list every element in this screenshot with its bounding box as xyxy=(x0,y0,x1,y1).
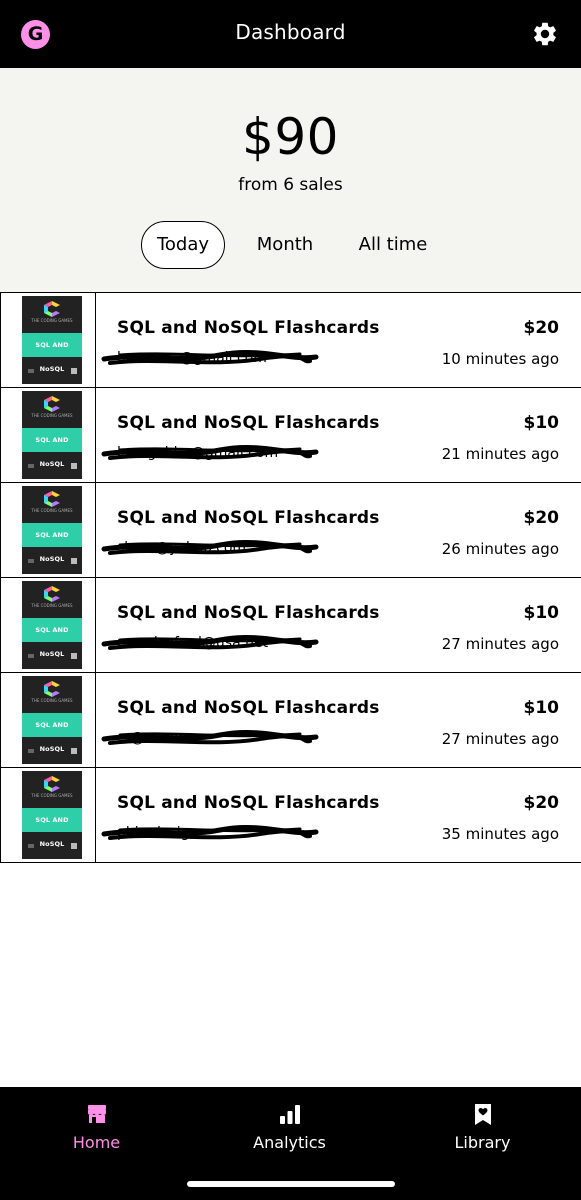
cover-brand: THE CODING GAMES xyxy=(31,698,73,703)
sale-price: $20 xyxy=(523,318,560,338)
sale-row[interactable]: THE CODING GAMES SQL AND NoSQL SQL and N… xyxy=(0,388,581,483)
top-bar: G Dashboard xyxy=(0,0,581,68)
cover-brand: THE CODING GAMES xyxy=(31,603,73,608)
nav-library-label: Library xyxy=(454,1133,511,1152)
product-name: SQL and NoSQL Flashcards xyxy=(117,413,380,433)
cover-footer-icon xyxy=(71,843,77,849)
sale-price: $10 xyxy=(523,603,560,623)
redaction-scribble xyxy=(101,730,319,745)
sales-count: from 6 sales xyxy=(238,175,343,195)
tab-today[interactable]: Today xyxy=(141,221,225,269)
product-thumbnail-cell: THE CODING GAMES SQL AND NoSQL xyxy=(0,388,96,482)
cover-title-band: SQL AND NoSQL xyxy=(22,713,82,753)
product-name: SQL and NoSQL Flashcards xyxy=(117,508,380,528)
cover-footer-icon xyxy=(71,558,77,564)
nav-home[interactable]: Home xyxy=(0,1087,193,1177)
cover-brand: THE CODING GAMES xyxy=(31,413,73,418)
sale-price: $10 xyxy=(523,698,560,718)
product-thumbnail: THE CODING GAMES SQL AND NoSQL xyxy=(22,581,82,669)
cover-title-band: SQL AND NoSQL xyxy=(22,523,82,563)
cover-footer-mark xyxy=(28,464,34,468)
product-name: SQL and NoSQL Flashcards xyxy=(117,793,380,813)
sale-time: 35 minutes ago xyxy=(441,825,559,843)
cube-logo-icon xyxy=(44,586,60,602)
cover-footer-mark xyxy=(28,654,34,658)
store-icon xyxy=(87,1105,106,1123)
product-thumbnail: THE CODING GAMES SQL AND NoSQL xyxy=(22,296,82,384)
cover-footer-mark xyxy=(28,749,34,753)
cube-logo-icon xyxy=(44,491,60,507)
cover-title-band: SQL AND NoSQL xyxy=(22,428,82,468)
sale-time: 27 minutes ago xyxy=(441,730,559,748)
home-indicator[interactable] xyxy=(187,1181,395,1187)
total-amount: $90 xyxy=(242,108,339,166)
cover-footer-icon xyxy=(71,368,77,374)
sale-row[interactable]: THE CODING GAMES SQL AND NoSQL SQL and N… xyxy=(0,483,581,578)
product-thumbnail-cell: THE CODING GAMES SQL AND NoSQL xyxy=(0,483,96,577)
redaction-scribble xyxy=(101,350,319,365)
product-name: SQL and NoSQL Flashcards xyxy=(117,603,380,623)
cube-logo-icon xyxy=(44,396,60,412)
sale-price: $10 xyxy=(523,413,560,433)
product-thumbnail-cell: THE CODING GAMES SQL AND NoSQL xyxy=(0,673,96,767)
redaction-scribble xyxy=(101,635,319,650)
cover-title-band: SQL AND NoSQL xyxy=(22,808,82,848)
cover-brand: THE CODING GAMES xyxy=(31,508,73,513)
nav-analytics-label: Analytics xyxy=(253,1133,326,1152)
cover-footer-icon xyxy=(71,748,77,754)
sale-price: $20 xyxy=(523,793,560,813)
cover-title-band: SQL AND NoSQL xyxy=(22,333,82,373)
cover-footer-icon xyxy=(71,653,77,659)
nav-home-label: Home xyxy=(72,1133,121,1152)
cube-logo-icon xyxy=(44,301,60,317)
cover-footer-icon xyxy=(71,463,77,469)
redaction-scribble xyxy=(101,825,319,840)
product-thumbnail: THE CODING GAMES SQL AND NoSQL xyxy=(22,771,82,859)
sale-row[interactable]: THE CODING GAMES SQL AND NoSQL SQL and N… xyxy=(0,578,581,673)
bookmark-heart-icon xyxy=(474,1104,491,1125)
cover-footer-mark xyxy=(28,844,34,848)
sales-list: THE CODING GAMES SQL AND NoSQL SQL and N… xyxy=(0,292,581,863)
sale-time: 26 minutes ago xyxy=(441,540,559,558)
nav-analytics[interactable]: Analytics xyxy=(193,1087,386,1177)
sale-row[interactable]: THE CODING GAMES SQL AND NoSQL SQL and N… xyxy=(0,673,581,768)
cover-brand: THE CODING GAMES xyxy=(31,318,73,323)
product-thumbnail: THE CODING GAMES SQL AND NoSQL xyxy=(22,486,82,574)
cover-footer-mark xyxy=(28,559,34,563)
sale-time: 10 minutes ago xyxy=(441,350,559,368)
sale-row[interactable]: THE CODING GAMES SQL AND NoSQL SQL and N… xyxy=(0,293,581,388)
cover-footer-mark xyxy=(28,369,34,373)
product-name: SQL and NoSQL Flashcards xyxy=(117,698,380,718)
cover-brand: THE CODING GAMES xyxy=(31,793,73,798)
product-thumbnail-cell: THE CODING GAMES SQL AND NoSQL xyxy=(0,768,96,862)
product-thumbnail-cell: THE CODING GAMES SQL AND NoSQL xyxy=(0,293,96,387)
sale-time: 21 minutes ago xyxy=(441,445,559,463)
product-thumbnail-cell: THE CODING GAMES SQL AND NoSQL xyxy=(0,578,96,672)
bar-chart-icon xyxy=(279,1105,300,1124)
product-name: SQL and NoSQL Flashcards xyxy=(117,318,380,338)
product-thumbnail: THE CODING GAMES SQL AND NoSQL xyxy=(22,676,82,764)
nav-library[interactable]: Library xyxy=(386,1087,579,1177)
sale-price: $20 xyxy=(523,508,560,528)
sale-row[interactable]: THE CODING GAMES SQL AND NoSQL SQL and N… xyxy=(0,768,581,863)
tab-month[interactable]: Month xyxy=(248,221,322,269)
redaction-scribble xyxy=(101,445,319,460)
tab-all-time[interactable]: All time xyxy=(352,221,434,269)
sales-summary: $90 from 6 sales Today Month All time xyxy=(0,68,581,292)
redaction-scribble xyxy=(101,540,319,555)
product-thumbnail: THE CODING GAMES SQL AND NoSQL xyxy=(22,391,82,479)
cube-logo-icon xyxy=(44,776,60,792)
page-title: Dashboard xyxy=(235,20,346,44)
cube-logo-icon xyxy=(44,681,60,697)
cover-title-band: SQL AND NoSQL xyxy=(22,618,82,658)
gear-icon[interactable] xyxy=(531,20,559,48)
sale-time: 27 minutes ago xyxy=(441,635,559,653)
